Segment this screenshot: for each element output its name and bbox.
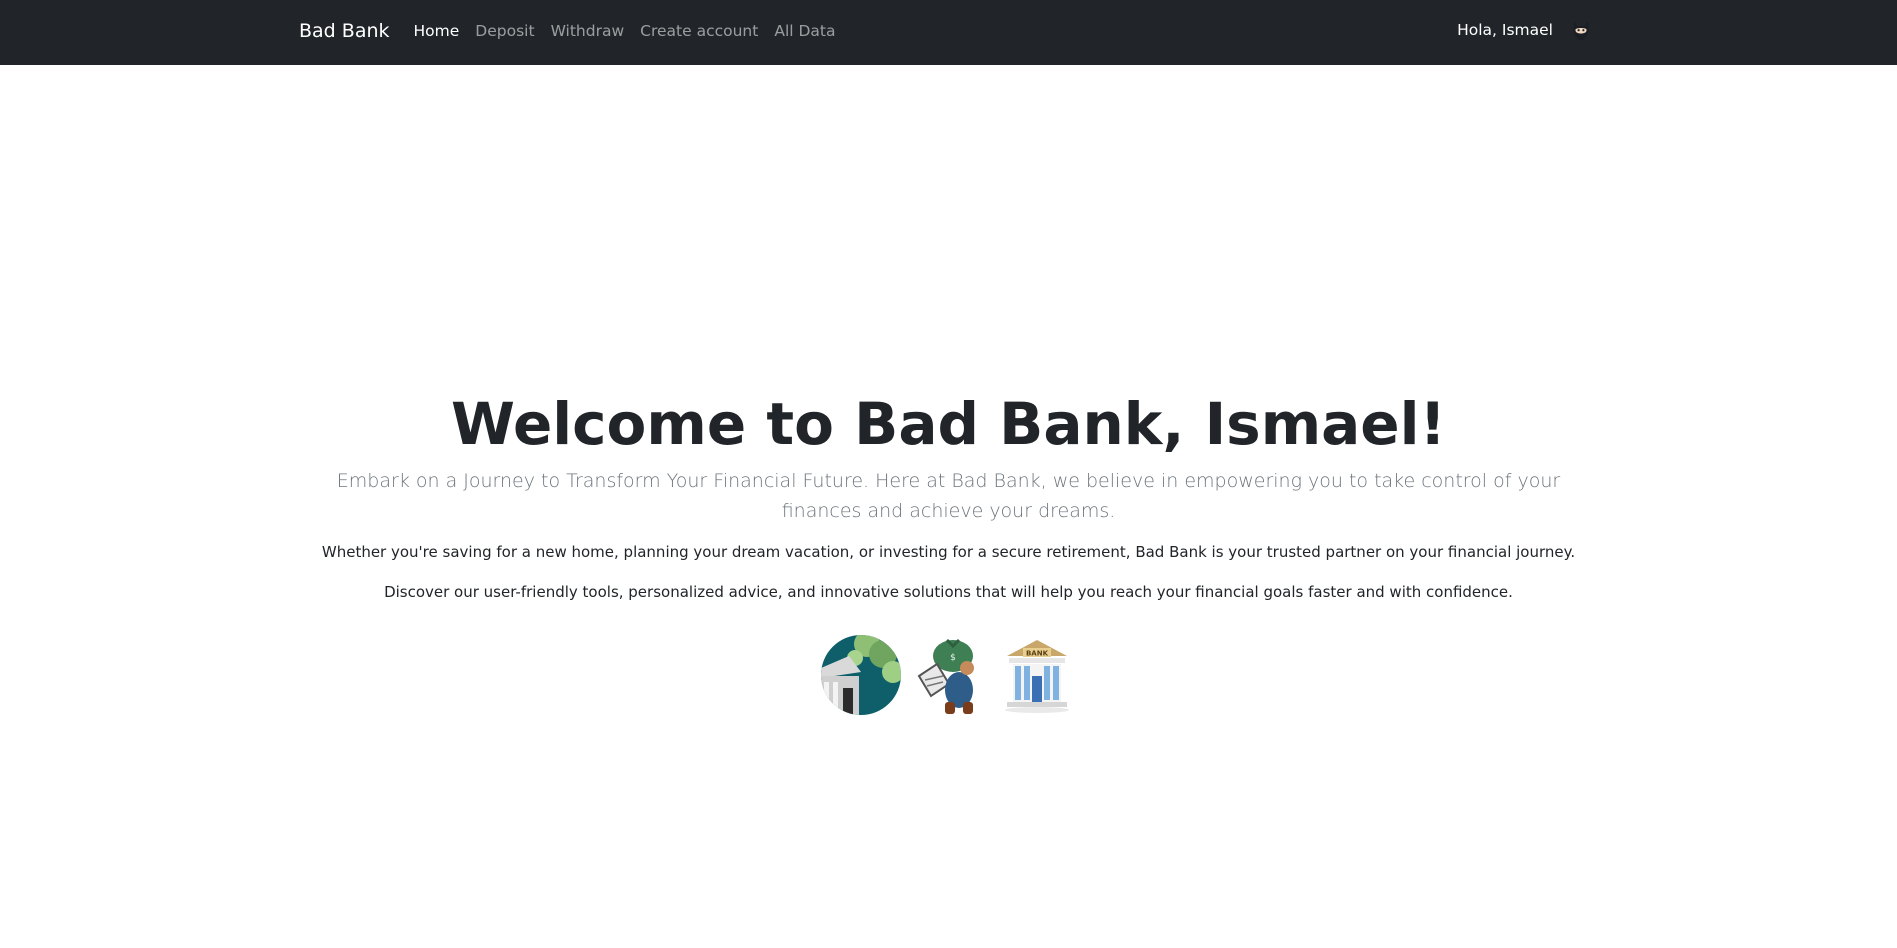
- nav-link-withdraw[interactable]: Withdraw: [551, 22, 625, 40]
- page-title: Welcome to Bad Bank, Ismael!: [451, 390, 1446, 458]
- hero-section: Welcome to Bad Bank, Ismael! Embark on a…: [0, 388, 1897, 716]
- cat-avatar-icon[interactable]: [1569, 18, 1593, 42]
- bank-building-icon: BANK: [997, 634, 1077, 716]
- nav-link-home[interactable]: Home: [414, 22, 460, 40]
- bank-building-photo: [820, 634, 901, 716]
- money-bag-robber-illustration: $: [909, 634, 989, 716]
- hero-paragraph-savings: Whether you're saving for a new home, pl…: [321, 543, 1576, 561]
- nav-link-all-data[interactable]: All Data: [774, 22, 835, 40]
- hero-image-row: $ BANK: [0, 634, 1897, 716]
- bank-sign-text: BANK: [1025, 650, 1048, 658]
- nav-left-group: Bad Bank Home Deposit Withdraw Create ac…: [299, 0, 852, 61]
- hero-paragraph-tools: Discover our user-friendly tools, person…: [384, 583, 1513, 601]
- svg-text:$: $: [950, 653, 956, 663]
- nav-user-group: Hola, Ismael: [1457, 0, 1593, 59]
- user-greeting: Hola, Ismael: [1457, 20, 1553, 39]
- top-navbar: Bad Bank Home Deposit Withdraw Create ac…: [0, 0, 1897, 65]
- nav-link-deposit[interactable]: Deposit: [475, 22, 534, 40]
- nav-link-create-account[interactable]: Create account: [640, 22, 758, 40]
- hero-lead-text: Embark on a Journey to Transform Your Fi…: [336, 470, 1561, 522]
- brand-link[interactable]: Bad Bank: [299, 20, 390, 42]
